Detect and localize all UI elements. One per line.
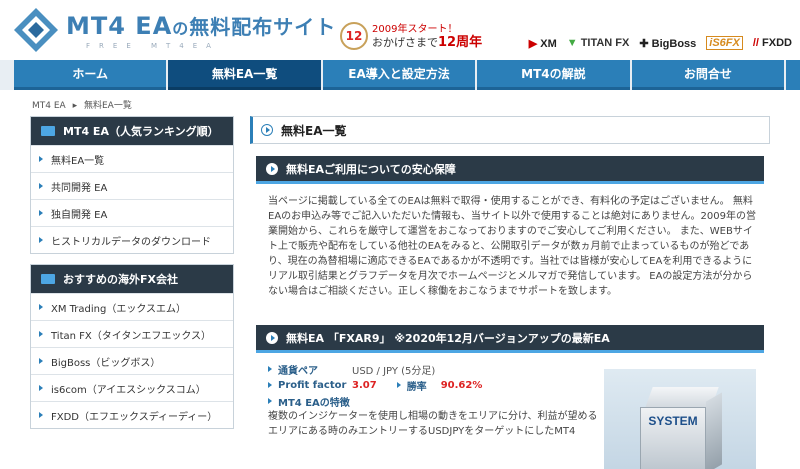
breadcrumb-current: 無料EA一覧 [83, 101, 132, 111]
sidebar-box-ranking: MT4 EA（人気ランキング順） 無料EA一覧 共同開発 EA 独自開発 EA … [30, 116, 234, 254]
logo-title: MT4 EA [66, 11, 173, 40]
logo-tagline: FREE MT4EA [86, 41, 220, 50]
sidebar-item-titanfx[interactable]: Titan FX（タイタンエフエックス） [31, 320, 233, 347]
system-box-label: SYSTEM [648, 414, 698, 428]
broker-logo-titanfx[interactable]: ▼ TITAN FX [567, 37, 630, 49]
broker-logo-bigboss[interactable]: ✚ BigBoss [639, 37, 696, 50]
win-rate-value: 90.62% [440, 379, 483, 391]
arrow-right-icon [39, 304, 43, 310]
section-heading-safety: 無料EAご利用についての安心保障 [256, 156, 764, 184]
arrow-right-icon [39, 331, 43, 337]
play-circle-icon [261, 124, 273, 136]
sidebar-heading-ranking: MT4 EA（人気ランキング順） [31, 117, 233, 145]
breadcrumb: MT4 EA ▸ 無料EA一覧 [32, 98, 136, 111]
site-logo[interactable]: MT4 EAの無料配布サイト FREE MT4EA [12, 6, 336, 54]
folder-icon [41, 126, 55, 136]
sidebar-item-is6com[interactable]: is6com（アイエスシックスコム） [31, 374, 233, 401]
arrow-right-icon [39, 412, 43, 418]
nav-contact[interactable]: お問合せ [631, 60, 785, 90]
section-heading-fxar9: 無料EA 「FXAR9」 ※2020年12月バージョンアップの最新EA [256, 325, 764, 353]
ea-specs: 通貨ペア USD / JPY (5分足) Profit factor 3.07 … [250, 353, 770, 469]
sidebar-item-bigboss[interactable]: BigBoss（ビッグボス） [31, 347, 233, 374]
feature-text: 複数のインジケーターを使用し相場の動きをエリアに分け、利益が望めるエリアにある時… [268, 411, 598, 437]
anniversary-line2: おかげさまで12周年 [372, 35, 483, 50]
nav-ea-setup[interactable]: EA導入と設定方法 [322, 60, 476, 90]
broker-logo-xm[interactable]: ▶ XM [529, 37, 557, 50]
profit-factor-value: 3.07 [352, 379, 377, 391]
folder-icon [41, 274, 55, 284]
broker-logos: ▶ XM ▼ TITAN FX ✚ BigBoss iS6FX // FXDD [529, 36, 792, 50]
sidebar: MT4 EA（人気ランキング順） 無料EA一覧 共同開発 EA 独自開発 EA … [30, 116, 234, 439]
logo-no: の [172, 18, 190, 38]
arrow-right-icon [39, 156, 43, 162]
sidebar-item-fxdd[interactable]: FXDD（エフエックスディーディー） [31, 401, 233, 428]
anniversary-banner: 12 2009年スタート！ おかげさまで12周年 [340, 22, 482, 50]
sidebar-item-historical-data[interactable]: ヒストリカルデータのダウンロード [31, 226, 233, 253]
arrow-right-icon [39, 210, 43, 216]
sidebar-item-free-ea[interactable]: 無料EA一覧 [31, 145, 233, 172]
nav-home[interactable]: ホーム [14, 60, 167, 90]
arrow-right-icon [39, 385, 43, 391]
nav-edge [786, 60, 800, 90]
site-header: MT4 EAの無料配布サイト FREE MT4EA 12 2009年スタート！ … [0, 0, 800, 60]
arrow-right-icon [39, 237, 43, 243]
broker-logo-fxdd[interactable]: // FXDD [753, 37, 792, 49]
bullet-icon [268, 366, 272, 372]
sidebar-item-xm[interactable]: XM Trading（エックスエム） [31, 293, 233, 320]
breadcrumb-sep: ▸ [72, 101, 78, 111]
play-circle-icon [266, 162, 278, 175]
main-content: 無料EA一覧 無料EAご利用についての安心保障 当ページに掲載している全てのEA… [250, 116, 770, 469]
main-navigation: ホーム 無料EA一覧 EA導入と設定方法 MT4の解説 お問合せ [0, 60, 800, 90]
play-circle-icon [266, 331, 278, 344]
sidebar-box-brokers: おすすめの海外FX会社 XM Trading（エックスエム） Titan FX（… [30, 264, 234, 429]
nav-mt4-guide[interactable]: MT4の解説 [477, 60, 630, 90]
sidebar-heading-brokers: おすすめの海外FX会社 [31, 265, 233, 293]
logo-subtitle-jp: 無料配布サイト [189, 14, 337, 39]
breadcrumb-home[interactable]: MT4 EA [32, 101, 66, 111]
broker-logo-is6fx[interactable]: iS6FX [706, 36, 743, 50]
bullet-icon [268, 382, 272, 388]
sidebar-item-original-ea[interactable]: 独自開発 EA [31, 199, 233, 226]
system-product-image: SYSTEM [604, 369, 756, 469]
logo-mark-icon [12, 6, 60, 54]
arrow-right-icon [39, 183, 43, 189]
safety-paragraph: 当ページに掲載している全てのEAは無料で取得・使用することができ、有料化の予定は… [268, 196, 757, 297]
arrow-right-icon [39, 358, 43, 364]
nav-free-ea-list[interactable]: 無料EA一覧 [168, 60, 321, 90]
anniversary-badge-icon: 12 [340, 22, 368, 50]
page-title: 無料EA一覧 [250, 116, 770, 144]
sidebar-item-joint-ea[interactable]: 共同開発 EA [31, 172, 233, 199]
bullet-icon [268, 398, 272, 404]
bullet-icon [396, 382, 401, 388]
